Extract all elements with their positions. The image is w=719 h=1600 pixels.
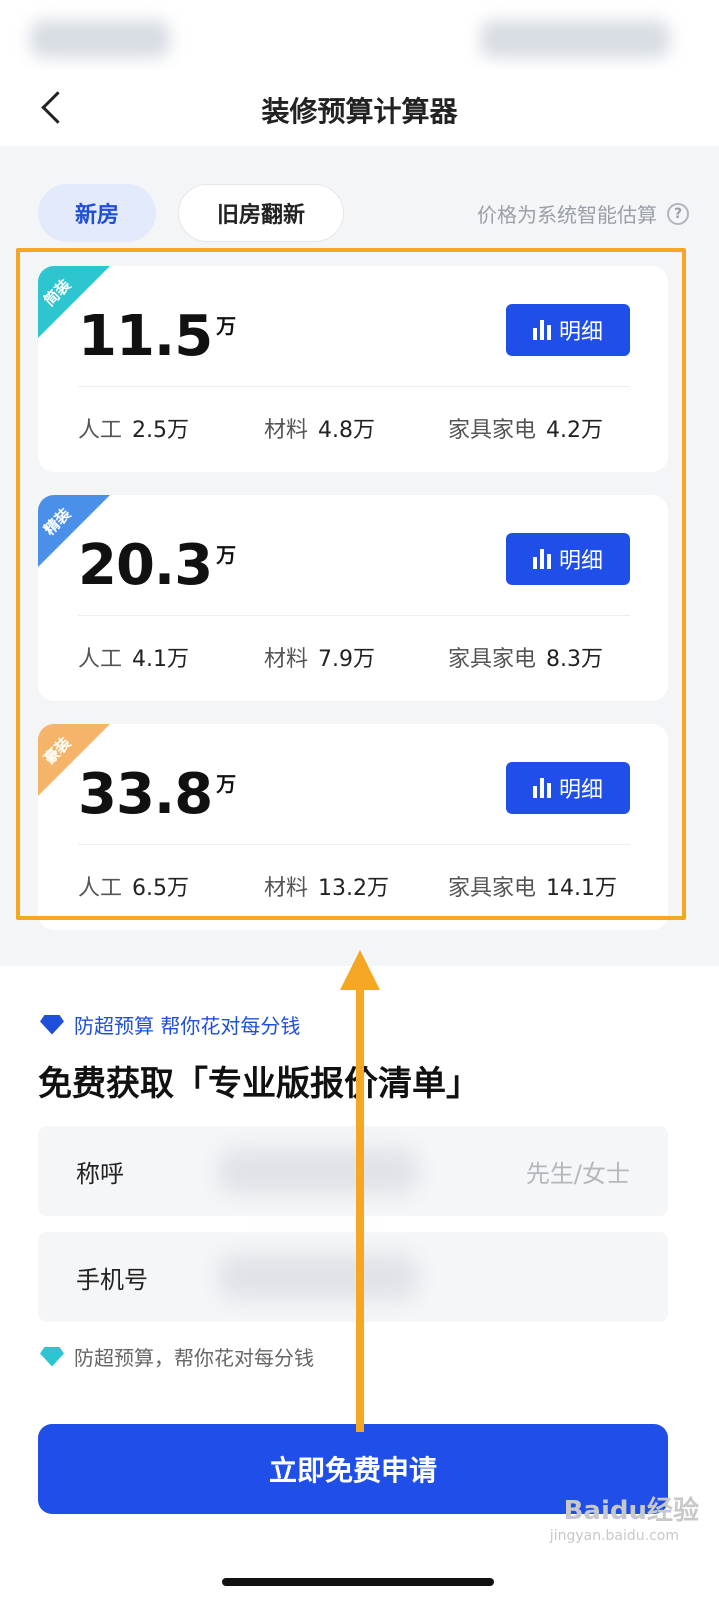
promo-bottom: 防超预算，帮你花对每分钱 (40, 1342, 314, 1371)
status-time-blurred (30, 20, 170, 58)
promo-bottom-text: 防超预算，帮你花对每分钱 (74, 1346, 314, 1370)
tab-new-house[interactable]: 新房 (38, 184, 156, 242)
diamond-icon (40, 1346, 64, 1367)
status-icons-blurred (480, 20, 670, 58)
name-input-blurred[interactable] (218, 1148, 418, 1194)
phone-label: 手机号 (76, 1266, 148, 1294)
annotation-arrow (340, 950, 380, 1432)
diamond-icon (40, 1014, 64, 1035)
phone-input-blurred[interactable] (218, 1254, 418, 1300)
name-placeholder: 先生/女士 (525, 1160, 630, 1188)
price-note: 价格为系统智能估算 ? (477, 199, 689, 228)
annotation-highlight-box (16, 248, 686, 920)
watermark-logo: Baidu经验 (563, 1496, 699, 1526)
question-circle-icon[interactable]: ? (667, 202, 689, 225)
status-bar (0, 0, 719, 70)
promo-top: 防超预算 帮你花对每分钱 (40, 1010, 300, 1039)
home-indicator[interactable] (222, 1578, 494, 1586)
page-title: 装修预算计算器 (261, 95, 458, 128)
form-heading: 免费获取「专业版报价清单」 (38, 1064, 480, 1104)
watermark-url: jingyan.baidu.com (549, 1528, 679, 1544)
nav-bar: 装修预算计算器 (0, 70, 719, 146)
tab-renovation[interactable]: 旧房翻新 (178, 184, 344, 242)
price-note-text: 价格为系统智能估算 (477, 203, 657, 227)
name-label: 称呼 (76, 1160, 124, 1188)
promo-top-text: 防超预算 帮你花对每分钱 (74, 1014, 301, 1038)
